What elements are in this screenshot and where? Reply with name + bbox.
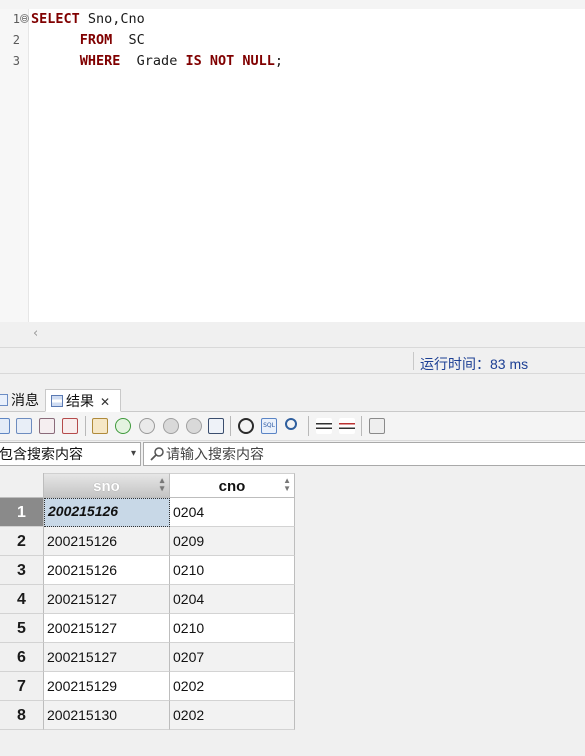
scroll-left-icon[interactable]: ‹	[33, 326, 38, 341]
find-icon[interactable]	[285, 418, 297, 430]
expand-icon[interactable]	[316, 418, 332, 434]
close-icon[interactable]: ✕	[100, 391, 110, 413]
export-icon[interactable]	[0, 418, 10, 434]
tab-messages[interactable]: 消息	[0, 389, 42, 412]
cell-cno[interactable]: 0207	[170, 643, 295, 672]
row-number[interactable]: 6	[0, 643, 44, 672]
row-number[interactable]: 5	[0, 614, 44, 643]
code-text: SC	[112, 32, 145, 48]
row-number[interactable]: 2	[0, 527, 44, 556]
row-number[interactable]: 7	[0, 672, 44, 701]
cell-cno[interactable]: 0202	[170, 672, 295, 701]
fold-toggle-icon[interactable]: ⊖	[20, 14, 29, 23]
code-line-1[interactable]: SELECT Sno,Cno	[31, 9, 145, 30]
row-number[interactable]: 1	[0, 498, 44, 527]
cell-cno[interactable]: 0204	[170, 498, 295, 527]
cell-sno[interactable]: 200215127	[44, 643, 170, 672]
row-number[interactable]: 4	[0, 585, 44, 614]
report-icon[interactable]	[369, 418, 385, 434]
editor-top-band	[0, 0, 585, 9]
tab-label: 消息	[11, 392, 39, 408]
grid-corner[interactable]	[0, 473, 44, 498]
cell-cno[interactable]: 0210	[170, 556, 295, 585]
cell-sno[interactable]: 200215126	[44, 498, 170, 527]
delete-row-icon[interactable]	[139, 418, 155, 434]
code-text: Grade	[120, 53, 186, 69]
tab-results[interactable]: 结果 ✕	[45, 389, 121, 412]
line-number: 2	[12, 33, 20, 47]
column-header-label: sno	[93, 478, 120, 495]
collapse-icon[interactable]	[339, 418, 355, 434]
grid-view-icon[interactable]	[16, 418, 32, 434]
cell-sno[interactable]: 200215126	[44, 556, 170, 585]
sort-icon[interactable]: ▲ ▼	[158, 477, 166, 493]
sql-editor[interactable]: 1 2 3 ⊖ SELECT Sno,Cno FROM SC WHERE Gra…	[0, 0, 585, 322]
sort-icon[interactable]: ▲ ▼	[283, 477, 291, 493]
edit-icon[interactable]	[39, 418, 55, 434]
refresh-icon[interactable]	[238, 418, 254, 434]
cell-sno[interactable]: 200215127	[44, 585, 170, 614]
cell-cno[interactable]: 0204	[170, 585, 295, 614]
code-line-3[interactable]: WHERE Grade IS NOT NULL;	[31, 51, 283, 72]
commit-icon[interactable]	[163, 418, 179, 434]
search-input[interactable]: 请输入搜索内容	[143, 442, 585, 466]
sql-icon[interactable]: SQL	[261, 418, 277, 434]
window-icon[interactable]	[208, 418, 224, 434]
search-icon	[150, 447, 164, 461]
keyword: SELECT	[31, 11, 80, 27]
form-view-icon[interactable]	[62, 418, 78, 434]
toolbar-separator	[308, 416, 309, 436]
line-number: 1	[12, 12, 20, 26]
cell-cno[interactable]: 0210	[170, 614, 295, 643]
column-header-cno[interactable]: cno ▲ ▼	[170, 473, 295, 498]
keyword: NOT NULL	[209, 53, 275, 69]
row-number[interactable]: 8	[0, 701, 44, 730]
horizontal-scrollbar[interactable]	[0, 322, 585, 346]
tab-label: 结果	[66, 393, 94, 409]
toolbar-separator	[230, 416, 231, 436]
toolbar-separator	[361, 416, 362, 436]
row-number[interactable]: 3	[0, 556, 44, 585]
filter-mode-select[interactable]: 包含搜索内容 ▾	[0, 442, 141, 466]
code-line-2[interactable]: FROM SC	[31, 30, 145, 51]
line-number: 3	[12, 54, 20, 68]
paste-icon[interactable]	[92, 418, 108, 434]
cell-sno[interactable]: 200215129	[44, 672, 170, 701]
code-text: ;	[274, 53, 284, 69]
toolbar-separator	[85, 416, 86, 436]
add-row-icon[interactable]	[115, 418, 131, 434]
keyword: IS	[185, 53, 202, 69]
code-text: Sno,Cno	[79, 11, 145, 27]
cell-cno[interactable]: 0209	[170, 527, 295, 556]
column-header-sno[interactable]: sno ▲ ▼	[44, 473, 170, 498]
cancel-icon[interactable]	[186, 418, 202, 434]
filter-mode-label: 包含搜索内容	[0, 446, 83, 462]
cell-cno[interactable]: 0202	[170, 701, 295, 730]
run-time-label: 运行时间：83 ms	[420, 356, 529, 372]
chevron-down-icon: ▾	[130, 448, 136, 459]
grid-icon	[51, 395, 63, 407]
status-divider	[413, 352, 414, 370]
cell-sno[interactable]: 200215126	[44, 527, 170, 556]
cell-sno[interactable]: 200215127	[44, 614, 170, 643]
cell-sno[interactable]: 200215130	[44, 701, 170, 730]
keyword: FROM	[79, 32, 113, 48]
keyword: WHERE	[79, 53, 121, 69]
message-icon	[0, 394, 8, 406]
column-header-label: cno	[218, 478, 246, 495]
